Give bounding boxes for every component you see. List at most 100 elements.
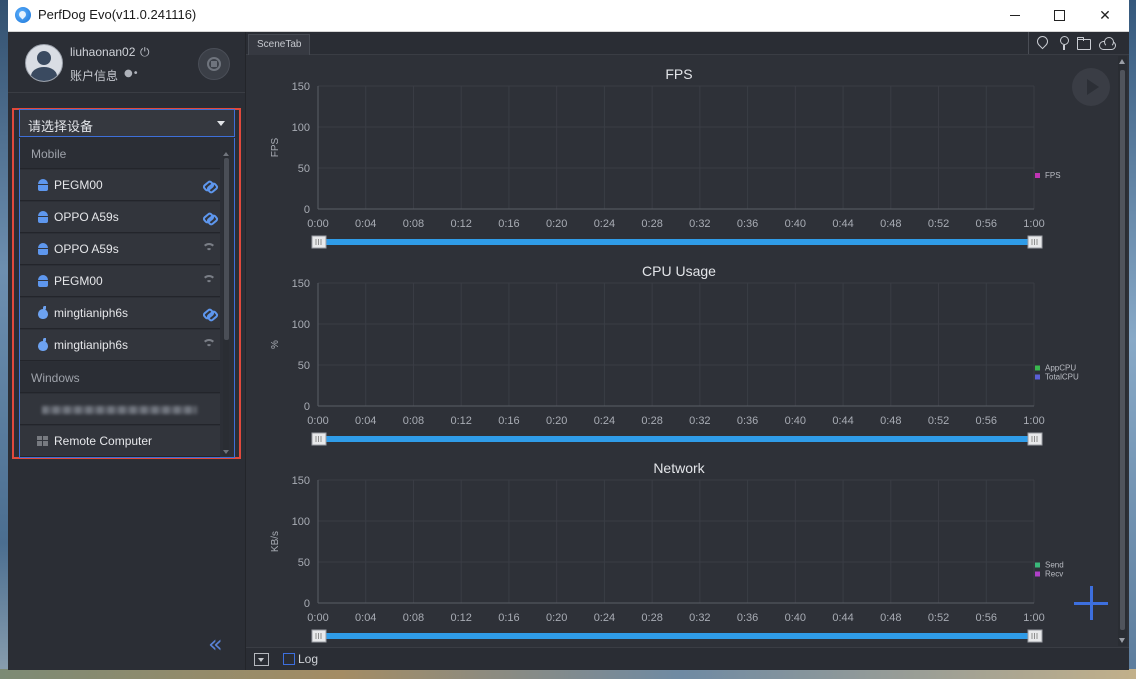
x-tick-label: 0:48: [880, 415, 901, 427]
window-title: PerfDog Evo(v11.0.241116): [38, 7, 197, 22]
x-tick-label: 0:24: [594, 415, 615, 427]
dropdown-scrollbar[interactable]: [223, 150, 229, 456]
stop-record-button[interactable]: [198, 48, 230, 80]
fps-chart-svg: FPS 0 50 100 150 FPS 0:00 0:04 0:08 0:12 0:16 0:20 0…: [270, 66, 1061, 249]
y-tick-label: 150: [292, 475, 310, 487]
stop-icon: [211, 61, 217, 67]
folder-icon[interactable]: [1077, 36, 1091, 50]
network-chart: Network 0 50 100 150 KB/s 0:00 0:04 0:08 0:12 0:16…: [246, 450, 1116, 647]
tab-scene[interactable]: SceneTab: [248, 34, 311, 55]
x-tick-label: 0:24: [594, 612, 615, 624]
x-tick-label: 0:48: [880, 218, 901, 230]
slider-handle[interactable]: [311, 235, 327, 249]
log-label: Log: [298, 652, 319, 666]
x-tick-label: 0:20: [546, 612, 567, 624]
slider-handle[interactable]: [1027, 629, 1043, 643]
time-range-slider: [318, 633, 1034, 639]
device-item-local-computer[interactable]: [20, 394, 220, 425]
slider-handle[interactable]: [311, 629, 327, 643]
x-tick-label: 0:12: [450, 612, 471, 624]
main-content: SceneTab FPS 0 50 100 150 FPS 0:00 0:04 0:08 0:12…: [246, 32, 1129, 670]
device-label: PEGM00: [54, 178, 103, 192]
device-item-mingtianiph6s-wifi[interactable]: mingtianiph6s: [20, 330, 220, 361]
cloud-icon[interactable]: [1099, 36, 1117, 50]
legend-label: Send: [1045, 561, 1064, 570]
x-tick-label: 0:28: [641, 415, 662, 427]
device-item-pegm00-wifi[interactable]: PEGM00: [20, 266, 220, 297]
maximize-button[interactable]: [1036, 0, 1082, 31]
device-item-mingtianiph6s-usb[interactable]: mingtianiph6s: [20, 298, 220, 329]
device-item-remote-computer[interactable]: Remote Computer: [20, 426, 220, 457]
left-panel: liuhaonan02 ⏻ 账户信息 ●• 请选择设备 Mobile PEGM0…: [8, 32, 246, 670]
x-tick-label: 0:48: [880, 612, 901, 624]
close-button[interactable]: [1082, 0, 1128, 31]
main-scrollbar[interactable]: [1118, 56, 1127, 646]
x-tick-label: 0:00: [307, 612, 328, 624]
toolbar-icons: [1028, 32, 1129, 54]
device-select[interactable]: 请选择设备: [19, 109, 235, 137]
x-tick-label: 0:24: [594, 218, 615, 230]
account-icon[interactable]: ●•: [124, 68, 139, 79]
android-icon: [37, 211, 49, 223]
x-tick-label: 0:36: [737, 415, 758, 427]
x-tick-label: 0:32: [689, 612, 710, 624]
desktop-background-bottom: [0, 669, 1136, 679]
avatar[interactable]: [25, 44, 63, 82]
slider-handle[interactable]: [311, 432, 327, 446]
legend-swatch: [1035, 365, 1040, 371]
expand-panel-icon[interactable]: [254, 653, 269, 666]
legend-label: AppCPU: [1045, 364, 1076, 373]
device-item-oppo-a59s-wifi[interactable]: OPPO A59s: [20, 234, 220, 265]
x-tick-label: 0:56: [976, 415, 997, 427]
x-tick-label: 0:08: [403, 415, 424, 427]
play-button[interactable]: [1072, 68, 1110, 106]
legend-label: FPS: [1045, 171, 1061, 180]
bottom-bar: Log: [246, 647, 1129, 670]
add-chart-icon[interactable]: [1074, 586, 1110, 622]
x-tick-label: 0:16: [498, 218, 519, 230]
slider-handle[interactable]: [1027, 235, 1043, 249]
x-tick-label: 0:08: [403, 218, 424, 230]
x-tick-label: 0:44: [832, 612, 853, 624]
chart-title: FPS: [665, 66, 692, 82]
device-label: OPPO A59s: [54, 242, 119, 256]
x-tick-label: 0:00: [307, 415, 328, 427]
usb-link-icon: [202, 179, 216, 191]
apple-icon: [37, 338, 49, 351]
y-axis-label: KB/s: [270, 531, 281, 552]
device-item-pegm00-usb[interactable]: PEGM00: [20, 170, 220, 201]
collapse-panel-icon[interactable]: «: [208, 632, 223, 656]
x-tick-label: 0:00: [307, 218, 328, 230]
y-tick-label: 50: [298, 163, 310, 175]
device-item-oppo-a59s-usb[interactable]: OPPO A59s: [20, 202, 220, 233]
log-checkbox[interactable]: [283, 653, 295, 665]
android-icon: [37, 179, 49, 191]
legend-swatch: [1035, 562, 1040, 568]
scroll-down-icon[interactable]: [223, 450, 229, 454]
scroll-up-icon[interactable]: [1119, 59, 1125, 64]
account-info-link[interactable]: 账户信息: [70, 67, 118, 84]
x-tick-label: 0:40: [785, 218, 806, 230]
scroll-up-icon[interactable]: [223, 152, 229, 156]
y-tick-label: 0: [304, 401, 310, 413]
device-label: mingtianiph6s: [54, 306, 129, 320]
x-tick-label: 0:56: [976, 612, 997, 624]
device-label: Remote Computer: [54, 434, 153, 448]
slider-handle[interactable]: [1027, 432, 1043, 446]
apple-icon: [37, 306, 49, 319]
x-tick-label: 0:52: [928, 218, 949, 230]
tab-bar: SceneTab: [246, 32, 1129, 55]
desktop-background-right: [1129, 0, 1136, 679]
legend-swatch: [1035, 571, 1040, 577]
legend-label: Recv: [1045, 570, 1063, 579]
windows-icon: [37, 435, 49, 447]
chart-title: CPU Usage: [642, 263, 716, 279]
minimize-button[interactable]: [992, 0, 1038, 31]
perfdog-app-icon: [15, 7, 31, 23]
location-icon[interactable]: [1035, 36, 1049, 50]
power-icon[interactable]: ⏻: [140, 45, 150, 60]
title-bar[interactable]: PerfDog Evo(v11.0.241116): [8, 0, 1129, 32]
group-label: Mobile: [31, 147, 67, 161]
marker-pin-icon[interactable]: [1057, 36, 1071, 50]
scroll-down-icon[interactable]: [1119, 638, 1125, 643]
